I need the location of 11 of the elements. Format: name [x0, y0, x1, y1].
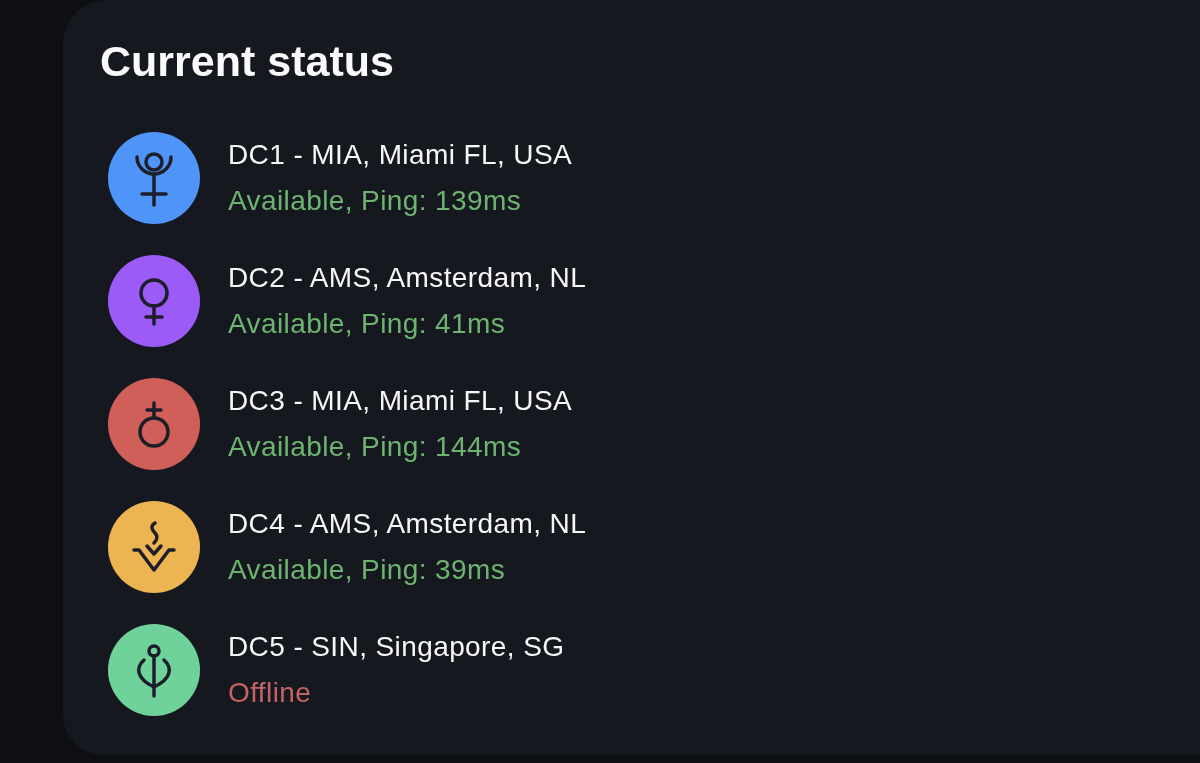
status-text: Available, Ping: 39ms — [228, 553, 506, 587]
status-text: Available, Ping: 144ms — [228, 430, 522, 464]
datacenter-name: DC4 - AMS, Amsterdam, NL — [228, 507, 587, 541]
datacenter-name: DC2 - AMS, Amsterdam, NL — [228, 261, 587, 295]
status-text: Offline — [228, 676, 312, 710]
datacenter-name: DC1 - MIA, Miami FL, USA — [228, 138, 573, 172]
status-text: Available, Ping: 41ms — [228, 307, 506, 341]
status-text: Available, Ping: 139ms — [228, 184, 522, 218]
panel-title: Current status — [100, 36, 394, 86]
datacenter-name: DC5 - SIN, Singapore, SG — [228, 630, 565, 664]
datacenter-name: DC3 - MIA, Miami FL, USA — [228, 384, 573, 418]
